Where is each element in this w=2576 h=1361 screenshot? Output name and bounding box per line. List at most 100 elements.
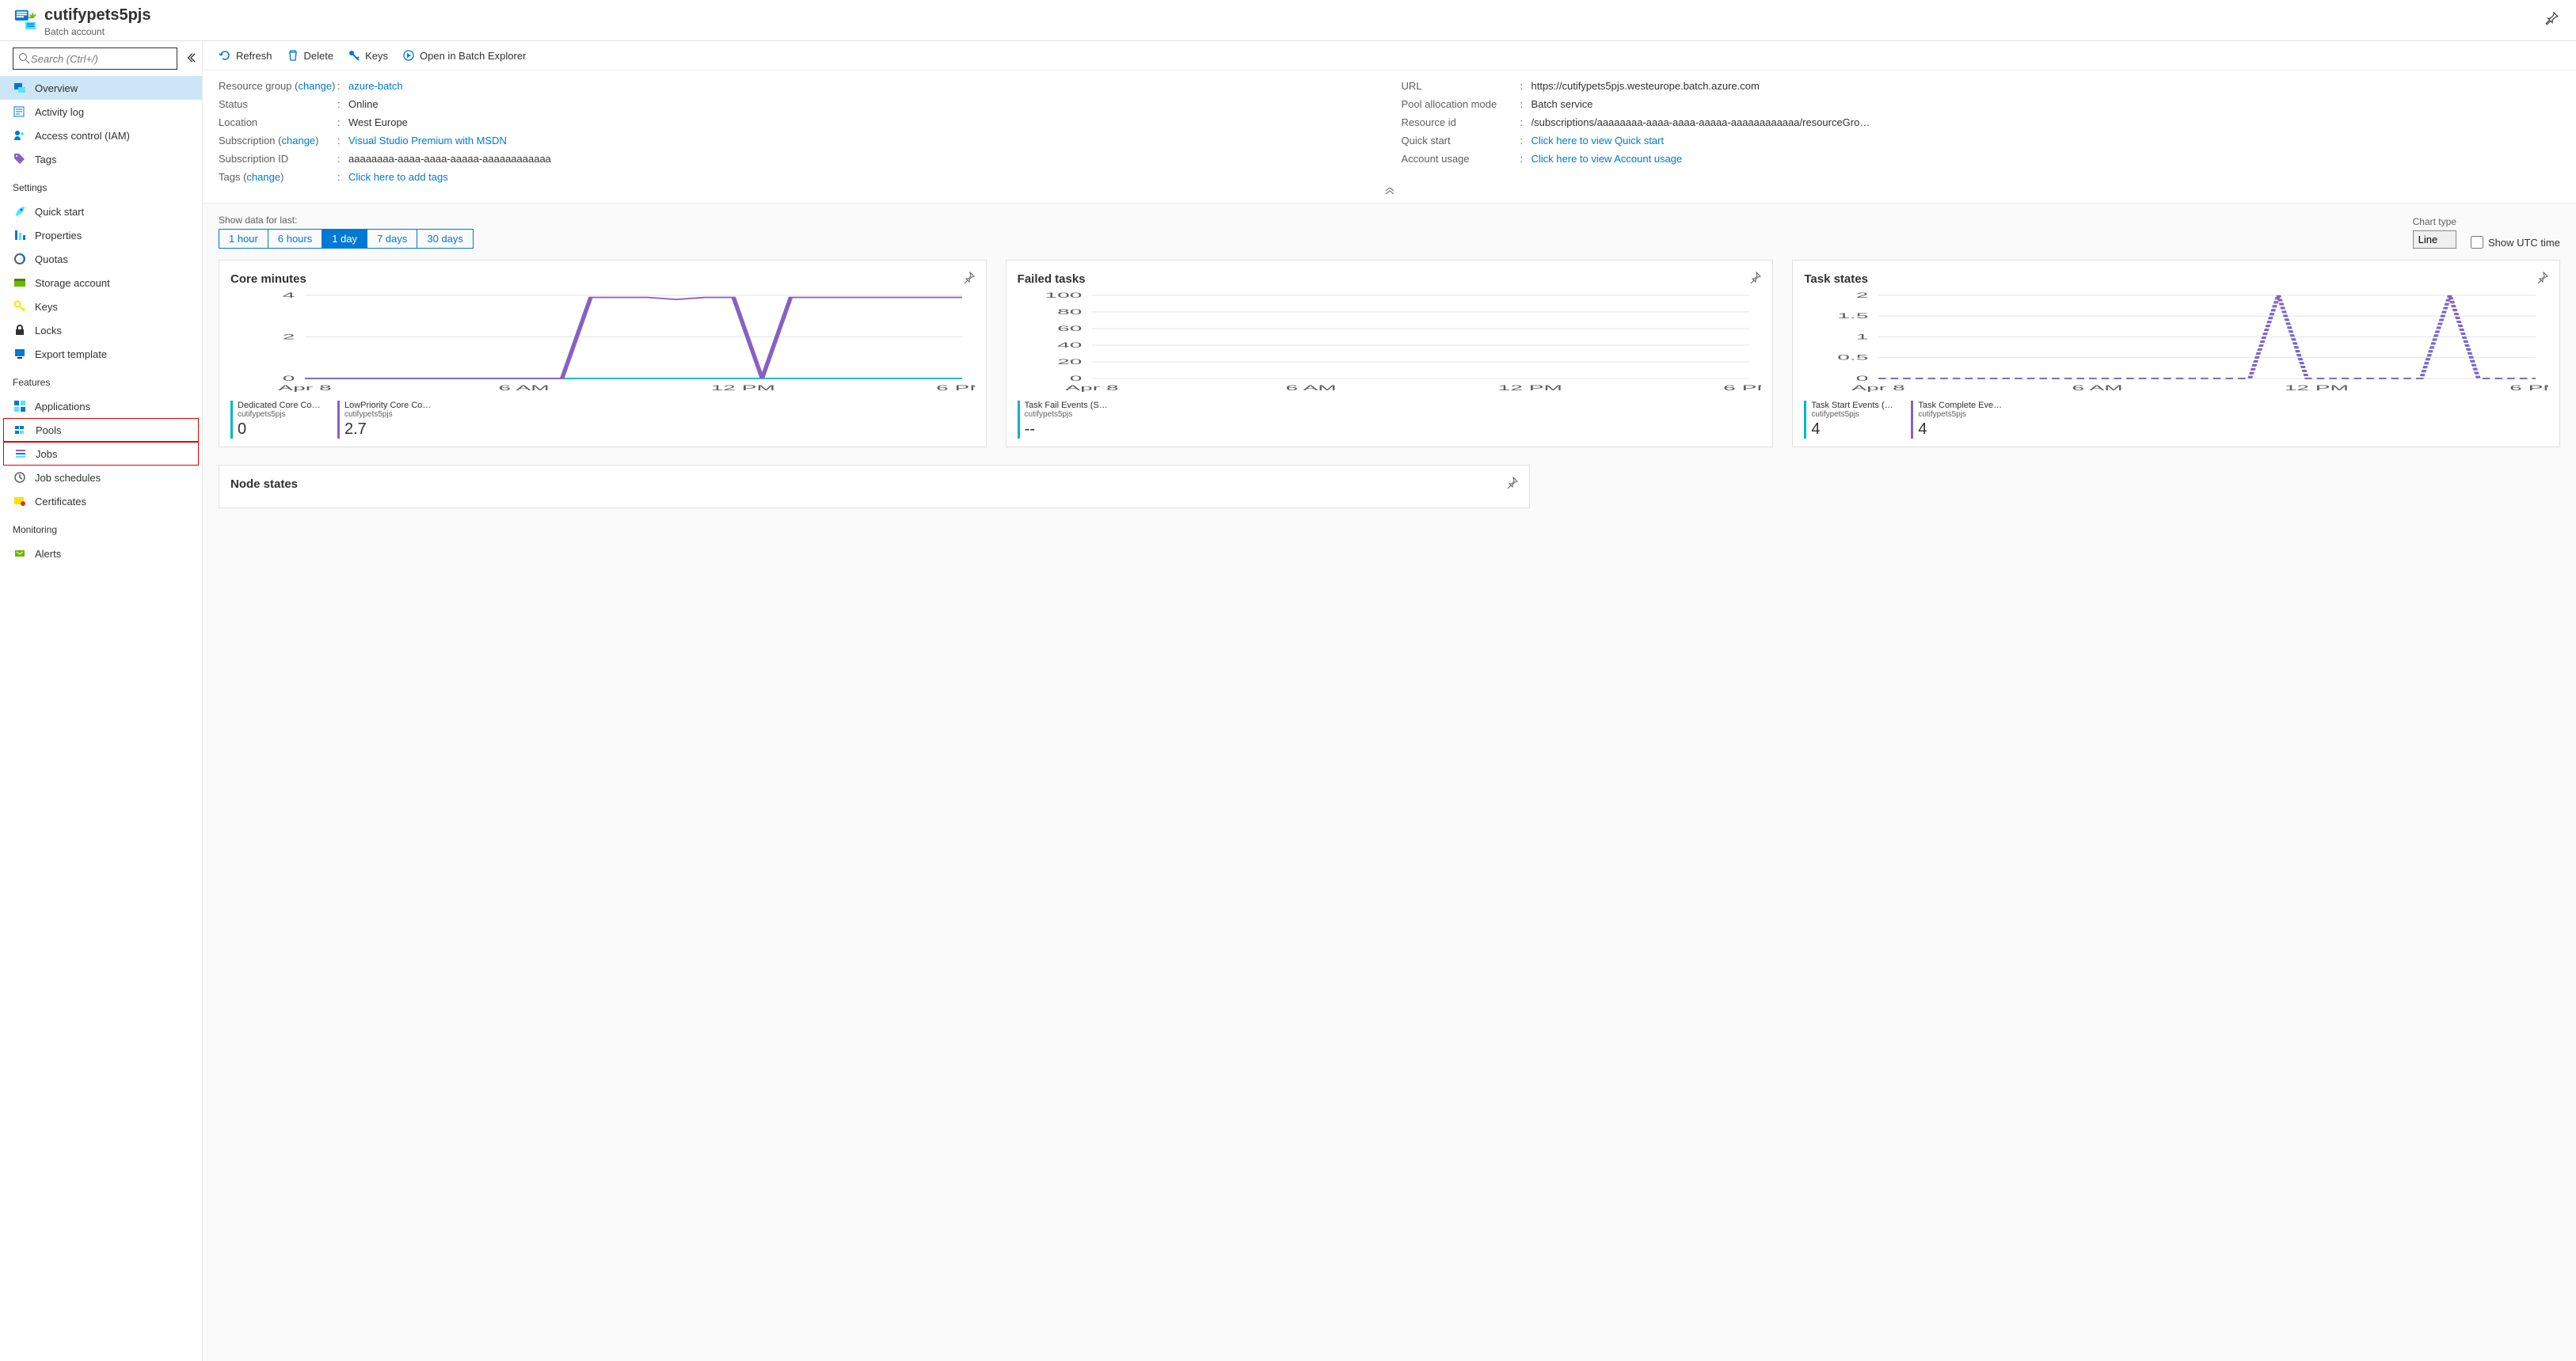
subscription-id-value: aaaaaaaa-aaaa-aaaa-aaaaa-aaaaaaaaaaaa xyxy=(348,153,551,165)
core-minutes-chart[interactable]: 024Apr 86 AM12 PM6 PM xyxy=(230,291,975,394)
sidebar-item-keys[interactable]: Keys xyxy=(0,295,202,318)
refresh-icon xyxy=(219,49,231,62)
legend-color-bar xyxy=(337,401,340,439)
sidebar-item-label: Locks xyxy=(35,325,62,336)
sidebar-item-quick-start[interactable]: Quick start xyxy=(0,200,202,223)
delete-button[interactable]: Delete xyxy=(287,49,334,62)
sidebar-settings-group: Quick start Properties Quotas Storage ac… xyxy=(0,196,202,369)
sidebar-item-access-control[interactable]: Access control (IAM) xyxy=(0,124,202,147)
svg-text:2: 2 xyxy=(1856,291,1869,299)
keys-icon xyxy=(13,299,27,314)
legend-color-bar xyxy=(1018,401,1020,439)
svg-text:6 PM: 6 PM xyxy=(1723,384,1762,392)
pools-icon xyxy=(13,423,28,437)
properties-icon xyxy=(13,228,27,242)
quick-start-link[interactable]: Click here to view Quick start xyxy=(1532,135,1665,146)
change-tags-link[interactable]: change xyxy=(246,171,280,183)
card-title: Failed tasks xyxy=(1018,272,1086,286)
sidebar-section-settings: Settings xyxy=(0,174,202,196)
time-range-option[interactable]: 30 days xyxy=(417,230,473,248)
sidebar-item-overview[interactable]: Overview xyxy=(0,76,202,100)
svg-text:6 PM: 6 PM xyxy=(2509,384,2548,392)
account-usage-link[interactable]: Click here to view Account usage xyxy=(1532,153,1683,165)
svg-text:12 PM: 12 PM xyxy=(2285,384,2349,392)
sidebar-item-jobs[interactable]: Jobs xyxy=(3,442,199,466)
pin-card-button[interactable] xyxy=(2536,272,2548,287)
failed-tasks-legend: Task Fail Events (Sum)cutifypets5pjs-- xyxy=(1018,401,1762,439)
svg-text:12 PM: 12 PM xyxy=(1497,384,1562,392)
sidebar-item-quotas[interactable]: Quotas xyxy=(0,247,202,271)
svg-text:6 AM: 6 AM xyxy=(2072,384,2123,392)
legend-item: Dedicated Core Count...cutifypets5pjs0 xyxy=(230,401,325,439)
sidebar: Overview Activity log Access control (IA… xyxy=(0,41,203,1361)
pin-card-button[interactable] xyxy=(1505,477,1518,492)
search-field[interactable] xyxy=(31,53,172,65)
failed-tasks-chart[interactable]: 020406080100Apr 86 AM12 PM6 PM xyxy=(1018,291,1762,394)
ess-location: Location : West Europe xyxy=(219,113,1378,131)
sidebar-item-storage-account[interactable]: Storage account xyxy=(0,271,202,295)
subscription-link[interactable]: Visual Studio Premium with MSDN xyxy=(348,135,507,146)
time-range-option[interactable]: 1 day xyxy=(322,230,367,248)
sidebar-item-label: Access control (IAM) xyxy=(35,130,130,142)
svg-text:Apr 8: Apr 8 xyxy=(278,384,331,392)
resource-group-link[interactable]: azure-batch xyxy=(348,80,403,92)
pin-card-button[interactable] xyxy=(1748,272,1761,287)
essentials-panel: Resource group (change) : azure-batch UR… xyxy=(203,70,2576,186)
sidebar-item-job-schedules[interactable]: Job schedules xyxy=(0,466,202,489)
time-range-option[interactable]: 7 days xyxy=(367,230,417,248)
delete-label: Delete xyxy=(304,50,334,62)
time-range-option[interactable]: 1 hour xyxy=(219,230,268,248)
alerts-icon xyxy=(13,546,27,561)
sidebar-item-tags[interactable]: Tags xyxy=(0,147,202,171)
legend-title: LowPriority Core Cou... xyxy=(344,401,432,410)
sidebar-item-export-template[interactable]: Export template xyxy=(0,342,202,366)
sidebar-item-pools[interactable]: Pools xyxy=(3,418,199,442)
legend-value: 2.7 xyxy=(344,420,432,439)
chart-type-select[interactable]: Line xyxy=(2413,230,2456,249)
sidebar-item-label: Properties xyxy=(35,230,82,241)
open-batch-explorer-button[interactable]: Open in Batch Explorer xyxy=(402,49,526,62)
sidebar-item-label: Activity log xyxy=(35,106,84,118)
svg-text:6 PM: 6 PM xyxy=(936,384,975,392)
sidebar-item-label: Certificates xyxy=(35,496,86,508)
sidebar-item-alerts[interactable]: Alerts xyxy=(0,542,202,565)
collapse-essentials-button[interactable] xyxy=(203,186,2576,203)
change-resource-group-link[interactable]: change xyxy=(298,80,332,92)
utc-checkbox-input[interactable] xyxy=(2471,236,2483,249)
jobs-icon xyxy=(13,447,28,461)
chart-type-label: Chart type xyxy=(2413,216,2456,227)
legend-subtitle: cutifypets5pjs xyxy=(1025,410,1112,419)
change-subscription-link[interactable]: change xyxy=(282,135,316,146)
search-input[interactable] xyxy=(13,48,177,70)
svg-text:1.5: 1.5 xyxy=(1838,313,1869,321)
pin-card-button[interactable] xyxy=(962,272,975,287)
utc-checkbox[interactable]: Show UTC time xyxy=(2471,236,2560,249)
legend-value: 4 xyxy=(1811,420,1898,439)
time-range-selector: 1 hour6 hours1 day7 days30 days xyxy=(219,229,474,249)
sidebar-item-applications[interactable]: Applications xyxy=(0,394,202,418)
sidebar-item-label: Quick start xyxy=(35,206,84,218)
pin-icon[interactable] xyxy=(2540,6,2563,32)
sidebar-item-certificates[interactable]: Certificates xyxy=(0,489,202,513)
collapse-sidebar-button[interactable] xyxy=(182,49,200,69)
keys-button[interactable]: Keys xyxy=(348,49,388,62)
legend-color-bar xyxy=(1804,401,1806,439)
ess-tags: Tags (change) : Click here to add tags xyxy=(219,168,2560,186)
svg-text:6 AM: 6 AM xyxy=(499,384,550,392)
utc-label: Show UTC time xyxy=(2488,237,2560,249)
sidebar-item-locks[interactable]: Locks xyxy=(0,318,202,342)
sidebar-item-label: Pools xyxy=(36,424,62,436)
task-states-chart[interactable]: 00.511.52Apr 86 AM12 PM6 PM xyxy=(1804,291,2548,394)
storage-account-icon xyxy=(13,276,27,290)
resource-type-label: Batch account xyxy=(44,26,150,37)
refresh-button[interactable]: Refresh xyxy=(219,49,272,62)
legend-value: 4 xyxy=(1918,420,2005,439)
sidebar-item-properties[interactable]: Properties xyxy=(0,223,202,247)
add-tags-link[interactable]: Click here to add tags xyxy=(348,171,448,183)
sidebar-item-label: Jobs xyxy=(36,448,57,460)
sidebar-item-activity-log[interactable]: Activity log xyxy=(0,100,202,124)
time-range-option[interactable]: 6 hours xyxy=(268,230,322,248)
svg-text:0.5: 0.5 xyxy=(1838,354,1869,362)
activity-log-icon xyxy=(13,105,27,119)
key-icon xyxy=(348,49,360,62)
